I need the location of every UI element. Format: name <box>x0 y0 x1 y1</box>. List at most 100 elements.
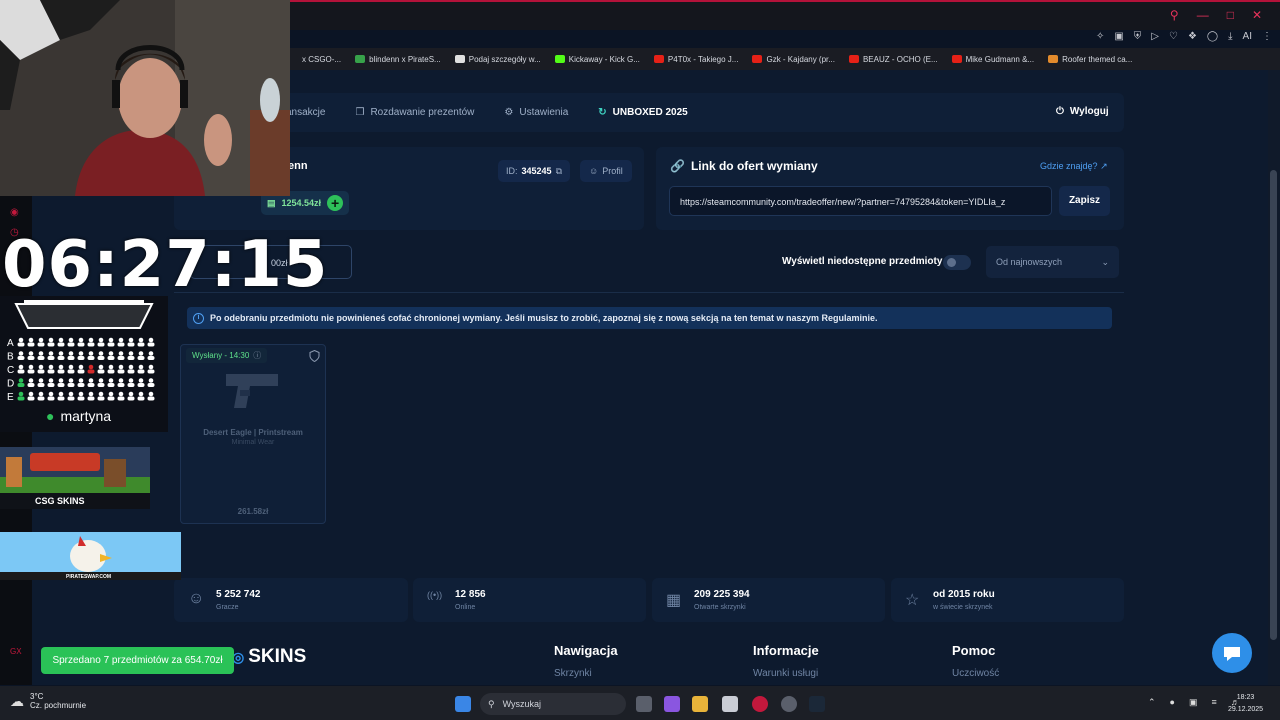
seat-icon <box>87 391 95 401</box>
bookmark-label: BEAUZ - OCHO (E... <box>862 54 938 64</box>
seat-icon <box>107 337 115 347</box>
gx-icon[interactable]: GX <box>10 647 22 656</box>
chat-button[interactable] <box>1212 633 1252 673</box>
seat-icon <box>117 351 125 360</box>
copy-icon[interactable]: ⧉ <box>556 166 562 177</box>
bookmark-favicon-icon <box>653 55 664 63</box>
seat-icon <box>97 378 105 387</box>
stat-label: Online <box>455 604 476 611</box>
bookmark-favicon-icon <box>848 55 859 63</box>
sort-select[interactable]: Od najnowszych ⌄ <box>986 246 1119 278</box>
footer-link[interactable]: Warunki usługi <box>753 668 819 679</box>
footer-column: Informacje Warunki usługi <box>753 643 819 679</box>
nav-item-label: UNBOXED 2025 <box>612 107 688 118</box>
footer-link[interactable]: Uczciwość <box>952 668 999 679</box>
puzzle-icon[interactable]: ❖ <box>1188 31 1197 42</box>
bookmark-item[interactable]: Roofer themed ca... <box>1048 55 1132 64</box>
scrollbar-thumb[interactable] <box>1270 170 1277 640</box>
seat-icon <box>147 364 155 374</box>
bookmark-item[interactable]: x CSGO-... <box>288 55 341 64</box>
star-icon: ☆ <box>905 592 920 609</box>
record-icon[interactable]: ◉ <box>10 207 19 218</box>
search-icon[interactable]: ⚲ <box>1170 8 1179 22</box>
nav-item-history[interactable]: ↻ UNBOXED 2025 <box>598 107 687 118</box>
trade-help-link[interactable]: Gdzie znajdę? ↗ <box>1040 161 1108 172</box>
bookmark-item[interactable]: BEAUZ - OCHO (E... <box>848 54 938 64</box>
menu-icon[interactable]: ⋮ <box>1262 31 1272 42</box>
start-icon[interactable] <box>455 696 471 712</box>
logout-button[interactable]: ⏻ Wyloguj <box>1056 106 1109 117</box>
seat-icon <box>147 378 155 387</box>
ai-label[interactable]: AI <box>1243 31 1252 42</box>
info-icon[interactable]: ⓘ <box>253 350 261 361</box>
footer-logo[interactable]: ◎ SKINS <box>232 646 306 668</box>
viewer-name-text: martyna <box>60 408 112 424</box>
seat-icon <box>67 337 75 347</box>
shield-icon[interactable]: ⛨ <box>1134 31 1142 42</box>
store-icon[interactable] <box>722 696 738 712</box>
bookmark-item[interactable]: blindenn x PirateS... <box>355 55 441 64</box>
bookmark-label: x CSGO-... <box>302 54 342 64</box>
minimize-icon[interactable]: — <box>1197 8 1209 22</box>
nav-item-gift[interactable]: ❒ Rozdawanie prezentów <box>355 107 474 118</box>
seat-icon <box>37 391 45 401</box>
viewer-name: ● martyna <box>46 408 111 424</box>
bookmark-favicon-icon <box>1048 55 1059 63</box>
copilot-icon[interactable] <box>664 696 680 712</box>
chevron-up-icon[interactable]: ⌃ <box>1148 697 1156 708</box>
explorer-icon[interactable] <box>692 696 708 712</box>
seat-icon <box>77 337 85 347</box>
network-icon[interactable]: ≡ <box>1212 697 1217 708</box>
bookmark-item[interactable]: Podaj szczegóły w... <box>454 55 541 64</box>
bookmark-favicon-icon <box>554 55 565 63</box>
profile-button[interactable]: ☺ Profil <box>580 160 632 182</box>
share-icon[interactable]: ◯ <box>1207 31 1218 42</box>
user-id-badge[interactable]: ID: 345245 ⧉ <box>498 160 570 182</box>
item-name: Desert Eagle | Printstream <box>203 428 303 437</box>
user-icon: ● <box>46 408 55 424</box>
seat-icon <box>87 337 95 347</box>
heart-icon[interactable]: ♡ <box>1169 31 1178 42</box>
bookmark-item[interactable]: Kickaway - Kick G... <box>554 55 640 64</box>
seat-icon <box>17 391 25 401</box>
box-icon: ▦ <box>666 592 682 609</box>
save-button[interactable]: Zapisz <box>1059 186 1110 216</box>
unavailable-items-toggle[interactable] <box>943 255 971 270</box>
footer-column: Nawigacja Skrzynki <box>554 643 618 679</box>
footer-link[interactable]: Skrzynki <box>554 668 618 679</box>
search-icon: ⚲ <box>488 698 495 709</box>
trade-url-input[interactable]: https://steamcommunity.com/tradeoffer/ne… <box>669 186 1052 216</box>
maximize-icon[interactable]: □ <box>1227 8 1234 22</box>
bookmark-item[interactable]: P4T0x - Takiego J... <box>653 55 738 64</box>
profile-button-label: Profil <box>602 166 623 176</box>
microphone-icon[interactable]: ● <box>1170 697 1175 708</box>
stat-label: w świecie skrzynek <box>933 604 993 611</box>
nav-item-receipt[interactable]: ansakcje <box>286 107 325 118</box>
taskbar-search[interactable]: ⚲ Wyszukaj <box>480 693 626 715</box>
seat-icon <box>117 391 125 401</box>
link-icon: 🔗 <box>670 159 685 173</box>
shield-icon[interactable] <box>309 349 320 367</box>
add-funds-button[interactable]: + <box>327 195 344 211</box>
app-icon[interactable] <box>781 696 797 712</box>
seat-icon <box>77 391 85 401</box>
bookmark-item[interactable]: Mike Gudmann &... <box>951 55 1034 64</box>
steam-icon[interactable] <box>809 696 825 712</box>
task-view-icon[interactable] <box>636 696 652 712</box>
seat-icon <box>87 351 95 360</box>
display-icon[interactable]: ▣ <box>1189 697 1198 708</box>
pirate-banner <box>0 532 181 580</box>
taskbar-clock[interactable]: 18:23 29.12.2025 <box>1228 692 1263 716</box>
weather-widget[interactable]: ☁ 3°C Cz. pochmurnie <box>10 692 86 710</box>
bookmark-item[interactable]: Gzk - Kajdany (pr... <box>752 55 835 64</box>
nav-item-gear[interactable]: ⚙ Ustawienia <box>504 107 568 118</box>
stat-card: ▦ 209 225 394 Otwarte skrzynki <box>652 578 885 622</box>
close-icon[interactable]: ✕ <box>1252 8 1262 22</box>
download-icon[interactable]: ⤓ <box>1228 31 1232 42</box>
opera-gx-icon[interactable] <box>752 696 768 712</box>
seat-icon <box>127 364 135 374</box>
nav-item-label: Ustawienia <box>519 107 569 118</box>
play-icon[interactable]: ▷ <box>1151 31 1159 42</box>
screenshot-icon[interactable]: ▣ <box>1114 31 1123 42</box>
pin-icon[interactable]: ✧ <box>1096 31 1104 42</box>
